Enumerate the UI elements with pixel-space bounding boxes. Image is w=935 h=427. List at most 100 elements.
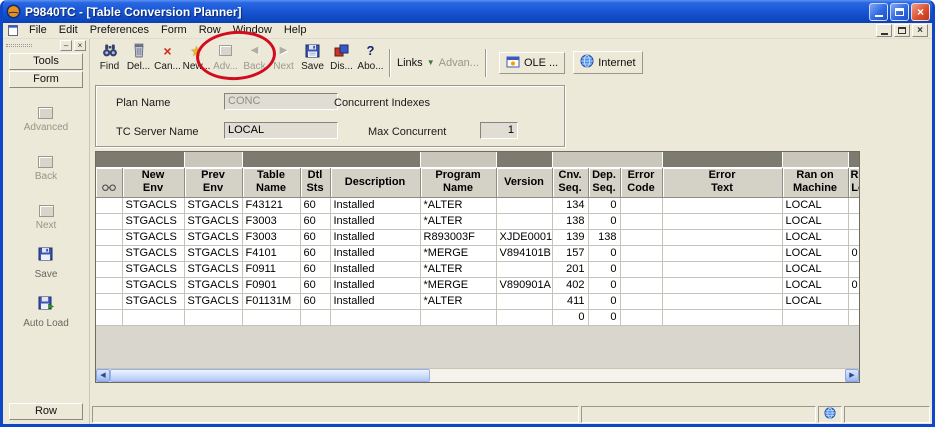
grid-row[interactable]: STGACLSSTGACLSF090160Installed*MERGEV890…	[96, 277, 859, 293]
grid-cell[interactable]: Installed	[330, 229, 420, 245]
grid-cell[interactable]: STGACLS	[184, 213, 242, 229]
grid-cell[interactable]	[620, 245, 662, 261]
grid-cell[interactable]: *ALTER	[420, 293, 496, 309]
cancel-button[interactable]: × Can...	[153, 42, 182, 83]
grid-cell[interactable]: STGACLS	[122, 293, 184, 309]
exit-advanced[interactable]: Advanced	[24, 97, 68, 133]
back-button[interactable]: ◀ Back	[240, 42, 269, 83]
grid-column-header[interactable]: Version	[496, 167, 552, 197]
grid-cell[interactable]	[662, 213, 782, 229]
exit-bar-grip[interactable]	[6, 44, 32, 47]
grid-cell[interactable]: 60	[300, 261, 330, 277]
max-concurrent-field[interactable]: 1	[480, 122, 518, 139]
grid-cell[interactable]: F3003	[242, 213, 300, 229]
grid-cell[interactable]: 60	[300, 293, 330, 309]
grid-row[interactable]: STGACLSSTGACLSF300360Installed*ALTER1380…	[96, 213, 859, 229]
grid-cell[interactable]: STGACLS	[122, 229, 184, 245]
grid-cell[interactable]: STGACLS	[122, 197, 184, 213]
scroll-right-button[interactable]: ▶	[845, 369, 859, 382]
grid-cell[interactable]	[496, 309, 552, 325]
grid-cell[interactable]	[662, 245, 782, 261]
grid-cell[interactable]	[848, 261, 859, 277]
exit-auto-load[interactable]: Auto Load	[23, 293, 69, 329]
grid-row-selector[interactable]	[96, 293, 122, 309]
grid-row[interactable]: STGACLSSTGACLSF410160Installed*MERGEV894…	[96, 245, 859, 261]
grid-cell[interactable]: STGACLS	[184, 277, 242, 293]
close-button[interactable]: ×	[911, 3, 930, 21]
grid-horizontal-scrollbar[interactable]: ◀ ▶	[96, 368, 859, 382]
tools-button[interactable]: Tools	[9, 53, 83, 70]
grid-cell[interactable]: 0	[588, 277, 620, 293]
grid-cell[interactable]: 138	[552, 213, 588, 229]
grid-column-header[interactable]: Table Name	[242, 167, 300, 197]
grid-cell[interactable]: 0	[588, 197, 620, 213]
menu-file[interactable]: File	[23, 23, 53, 38]
grid-row-selector[interactable]	[96, 261, 122, 277]
grid-cell[interactable]	[848, 213, 859, 229]
grid-cell[interactable]	[848, 229, 859, 245]
grid-cell[interactable]	[330, 309, 420, 325]
save-button[interactable]: Save	[298, 42, 327, 83]
grid-cell[interactable]: R893003F	[420, 229, 496, 245]
grid-column-header[interactable]: Description	[330, 167, 420, 197]
grid-cell[interactable]: LOCAL	[782, 213, 848, 229]
grid-cell[interactable]	[620, 277, 662, 293]
menu-help[interactable]: Help	[278, 23, 313, 38]
grid-cell[interactable]: Installed	[330, 213, 420, 229]
grid-cell[interactable]	[620, 213, 662, 229]
chevron-down-icon[interactable]: ▼	[427, 58, 435, 67]
grid-cell[interactable]	[420, 309, 496, 325]
links-advanced-dropdown[interactable]: Advan...	[439, 57, 479, 69]
grid-cell[interactable]: LOCAL	[782, 245, 848, 261]
grid-column-header[interactable]: Program Name	[420, 167, 496, 197]
grid-cell[interactable]: LOCAL	[782, 197, 848, 213]
menu-window[interactable]: Window	[227, 23, 278, 38]
grid-cell[interactable]: 60	[300, 197, 330, 213]
grid-cell[interactable]	[300, 309, 330, 325]
menu-row[interactable]: Row	[193, 23, 227, 38]
grid-cell[interactable]: *ALTER	[420, 213, 496, 229]
grid-cell[interactable]	[620, 261, 662, 277]
grid-cell[interactable]	[496, 197, 552, 213]
mdi-restore-button[interactable]	[894, 24, 910, 37]
menu-preferences[interactable]: Preferences	[84, 23, 155, 38]
grid-column-header[interactable]: Dep. Seq.	[588, 167, 620, 197]
grid-cell[interactable]	[122, 309, 184, 325]
grid-cell[interactable]: 402	[552, 277, 588, 293]
grid-column-header[interactable]: Prev Env	[184, 167, 242, 197]
grid-cell[interactable]: STGACLS	[122, 261, 184, 277]
grid-cell[interactable]: 0	[552, 309, 588, 325]
internet-button[interactable]: Internet	[573, 51, 642, 74]
tc-server-name-field[interactable]: LOCAL	[224, 122, 338, 139]
grid-cell[interactable]: F4101	[242, 245, 300, 261]
exit-bar-minimize-button[interactable]: –	[60, 40, 72, 51]
grid-cell[interactable]: V890901A	[496, 277, 552, 293]
grid-cell[interactable]: *MERGE	[420, 245, 496, 261]
grid-row-selector[interactable]	[96, 197, 122, 213]
grid-cell[interactable]: LOCAL	[782, 293, 848, 309]
grid-cell[interactable]	[620, 293, 662, 309]
grid-cell[interactable]: 0	[848, 277, 859, 293]
grid-cell[interactable]	[662, 277, 782, 293]
exit-back[interactable]: Back	[35, 146, 57, 182]
grid-cell[interactable]	[184, 309, 242, 325]
grid-cell[interactable]: *ALTER	[420, 261, 496, 277]
grid-row[interactable]: STGACLSSTGACLSF091160Installed*ALTER2010…	[96, 261, 859, 277]
grid-cell[interactable]	[782, 309, 848, 325]
grid-cell[interactable]	[848, 293, 859, 309]
grid-cell[interactable]: 157	[552, 245, 588, 261]
maximize-button[interactable]	[890, 3, 909, 21]
ole-button[interactable]: OLE ...	[499, 52, 565, 74]
grid-row[interactable]: STGACLSSTGACLSF300360InstalledR893003FXJ…	[96, 229, 859, 245]
grid-cell[interactable]: XJDE0001	[496, 229, 552, 245]
grid-cell[interactable]	[242, 309, 300, 325]
display-button[interactable]: Dis...	[327, 42, 356, 83]
grid-cell[interactable]: 139	[552, 229, 588, 245]
grid-cell[interactable]: 0	[588, 213, 620, 229]
grid-cell[interactable]: 60	[300, 229, 330, 245]
grid-cell[interactable]: STGACLS	[122, 245, 184, 261]
grid-cell[interactable]: 134	[552, 197, 588, 213]
title-bar[interactable]: P9840TC - [Table Conversion Planner] ×	[0, 0, 935, 23]
row-button[interactable]: Row	[9, 403, 83, 420]
grid-column-header[interactable]: New Env	[122, 167, 184, 197]
